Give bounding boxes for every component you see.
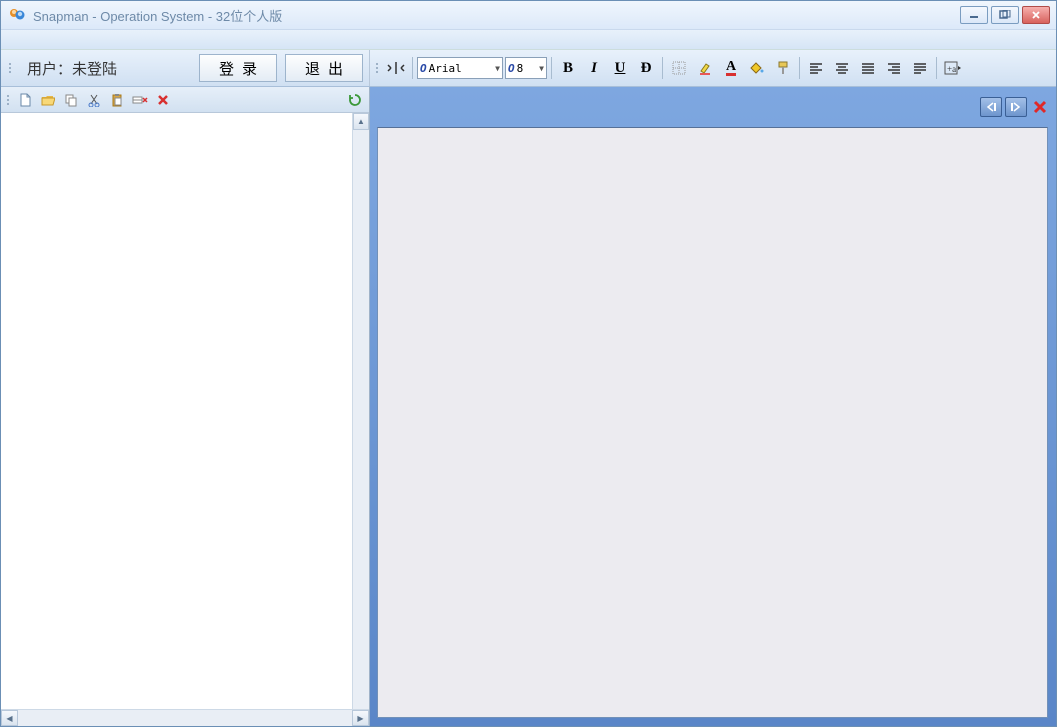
border-button[interactable] [667, 56, 691, 80]
align-right-button[interactable] [882, 56, 906, 80]
font-o-icon: O [508, 62, 515, 75]
horizontal-scrollbar[interactable]: ◀ ▶ [1, 709, 369, 726]
left-panel: ▲ ◀ ▶ [1, 87, 370, 726]
align-center-button[interactable] [830, 56, 854, 80]
align-left-button[interactable] [804, 56, 828, 80]
body-area: ▲ ◀ ▶ [1, 87, 1056, 726]
window-title: Snapman - Operation System - 32位个人版 [33, 6, 960, 25]
font-name-select[interactable]: O Arial ▼ [417, 57, 503, 79]
font-size-select[interactable]: O 8 ▼ [505, 57, 547, 79]
svg-text:+a: +a [947, 64, 956, 74]
fill-color-button[interactable] [745, 56, 769, 80]
menubar-placeholder [1, 29, 1056, 49]
app-icon [7, 5, 27, 25]
scroll-left-arrow[interactable]: ◀ [1, 710, 18, 726]
format-painter-button[interactable] [771, 56, 795, 80]
cut-icon[interactable] [84, 90, 104, 110]
separator [799, 57, 800, 79]
main-window: Snapman - Operation System - 32位个人版 用户：未… [0, 0, 1057, 727]
delete-icon[interactable] [153, 90, 173, 110]
prev-tab-button[interactable] [980, 97, 1002, 117]
align-justify-button[interactable] [908, 56, 932, 80]
grip-icon [5, 87, 11, 113]
font-color-button[interactable]: A [719, 56, 743, 80]
user-status-label: 用户：未登陆 [23, 58, 191, 79]
grip-icon [374, 55, 380, 81]
align-justify-dist-button[interactable] [856, 56, 880, 80]
refresh-icon[interactable] [345, 90, 365, 110]
separator [662, 57, 663, 79]
new-file-icon[interactable] [15, 90, 35, 110]
right-panel [370, 87, 1056, 726]
separator [412, 57, 413, 79]
next-tab-button[interactable] [1005, 97, 1027, 117]
font-size-value: 8 [517, 62, 524, 75]
maximize-button[interactable] [991, 6, 1019, 24]
insert-text-button[interactable]: +a [941, 56, 965, 80]
separator [551, 57, 552, 79]
left-toolbar [1, 87, 369, 113]
paste-icon[interactable] [107, 90, 127, 110]
italic-button[interactable]: I [582, 56, 606, 80]
separator [936, 57, 937, 79]
font-name-value: Arial [429, 62, 462, 75]
format-toolbar: O Arial ▼ O 8 ▼ B I U Đ A [370, 50, 1056, 86]
titlebar: Snapman - Operation System - 32位个人版 [1, 1, 1056, 29]
scroll-right-arrow[interactable]: ▶ [352, 710, 369, 726]
window-controls [960, 6, 1050, 24]
bold-button[interactable]: B [556, 56, 580, 80]
strikethrough-button[interactable]: Đ [634, 56, 658, 80]
vertical-scrollbar[interactable]: ▲ [352, 113, 369, 709]
underline-button[interactable]: U [608, 56, 632, 80]
document-tab-toolbar [370, 87, 1056, 127]
user-controls: 用户：未登陆 登录 退出 [1, 50, 370, 86]
copy-icon[interactable] [61, 90, 81, 110]
close-document-button[interactable] [1030, 97, 1050, 117]
tree-view[interactable]: ▲ [1, 113, 369, 709]
minimize-button[interactable] [960, 6, 988, 24]
delete-row-icon[interactable] [130, 90, 150, 110]
grip-icon [7, 55, 13, 81]
logout-button[interactable]: 退出 [285, 54, 363, 82]
login-button[interactable]: 登录 [199, 54, 277, 82]
split-horizontal-icon[interactable] [384, 56, 408, 80]
font-o-icon: O [420, 62, 427, 75]
close-button[interactable] [1022, 6, 1050, 24]
top-toolbar-row: 用户：未登陆 登录 退出 O Arial ▼ O 8 ▼ B I U [1, 49, 1056, 87]
open-folder-icon[interactable] [38, 90, 58, 110]
scroll-up-arrow[interactable]: ▲ [353, 113, 369, 130]
document-editor-area[interactable] [377, 127, 1048, 718]
highlight-button[interactable] [693, 56, 717, 80]
